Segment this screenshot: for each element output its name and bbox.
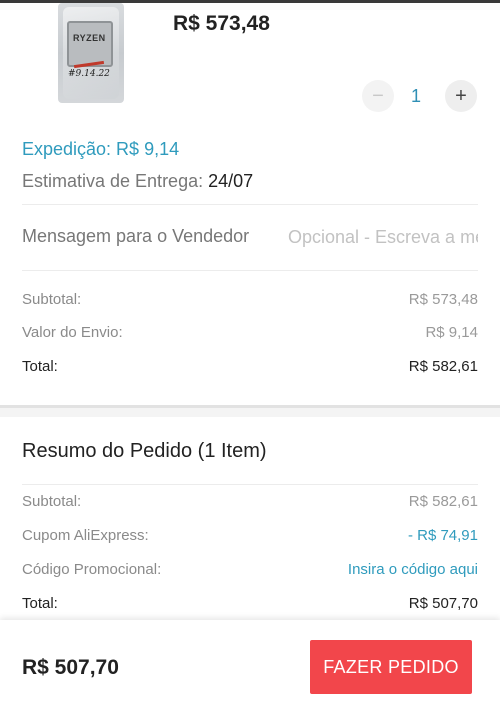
store-total-value: R$ 582,61 — [408, 358, 478, 375]
store-total-label: Total: — [22, 358, 58, 375]
shipping-option-link[interactable]: Expedição: R$ 9,14 — [22, 139, 179, 160]
divider — [22, 204, 478, 205]
product-price: R$ 573,48 — [173, 12, 270, 35]
minus-icon: − — [372, 84, 384, 107]
section-separator — [0, 405, 500, 417]
summary-total-label: Total: — [22, 595, 58, 612]
place-order-button[interactable]: FAZER PEDIDO — [310, 640, 472, 694]
promo-code-link[interactable]: Insira o código aqui — [348, 561, 478, 578]
store-subtotal-value: R$ 573,48 — [408, 291, 478, 308]
seller-message-input[interactable] — [288, 224, 478, 250]
delivery-label: Estimativa de Entrega: — [22, 171, 209, 191]
coupon-label: Cupom AliExpress: — [22, 527, 149, 544]
summary-subtotal-value: R$ 582,61 — [408, 493, 478, 510]
summary-subtotal-label: Subtotal: — [22, 493, 82, 510]
promo-code-label: Código Promocional: — [22, 561, 162, 578]
delivery-estimate: Estimativa de Entrega: 24/07 — [22, 171, 253, 192]
checkout-total: R$ 507,70 — [22, 656, 119, 679]
divider — [22, 270, 478, 271]
quantity-increase-button[interactable]: + — [445, 80, 477, 112]
cpu-chip: RYZEN — [67, 21, 113, 67]
quantity-decrease-button[interactable]: − — [362, 80, 394, 112]
delivery-date: 24/07 — [208, 171, 254, 191]
summary-total-value: R$ 507,70 — [408, 595, 478, 612]
seller-message-label: Mensagem para o Vendedor — [22, 226, 250, 246]
chip-brand-label: RYZEN — [73, 33, 106, 43]
product-image[interactable]: RYZEN #9.14.22 — [58, 3, 124, 103]
store-subtotal-label: Subtotal: — [22, 291, 82, 308]
shipping-cost-value: R$ 9,14 — [425, 324, 478, 341]
coupon-value[interactable]: - R$ 74,91 — [408, 527, 478, 544]
handwritten-note: #9.14.22 — [68, 69, 110, 79]
divider — [22, 484, 478, 485]
shipping-cost-label: Valor do Envio: — [22, 324, 123, 341]
quantity-value: 1 — [411, 86, 422, 106]
plus-icon: + — [455, 84, 467, 107]
order-summary-title: Resumo do Pedido (1 Item) — [22, 440, 267, 462]
